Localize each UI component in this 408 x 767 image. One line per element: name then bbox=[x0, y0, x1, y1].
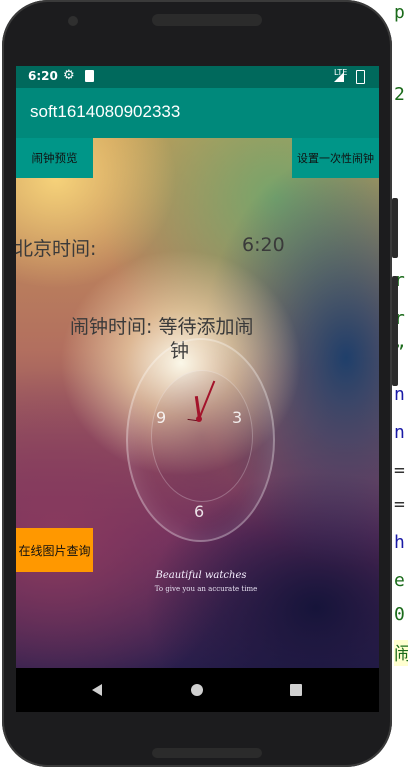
beijing-time-value: 6:20 bbox=[242, 234, 285, 256]
main-content: 闹钟预览 设置一次性闹钟 北京时间: 6:20 闹钟时间: 等待添加闹 钟 9 … bbox=[16, 138, 379, 668]
editor-fragment: n bbox=[394, 422, 405, 443]
set-one-time-alarm-button[interactable]: 设置一次性闹钟 bbox=[292, 138, 379, 178]
watch-tagline: To give you an accurate time bbox=[154, 585, 258, 593]
editor-fragment: = bbox=[394, 494, 405, 515]
home-icon[interactable] bbox=[191, 684, 203, 696]
editor-fragment: p bbox=[394, 2, 405, 23]
editor-fragment: 0 bbox=[394, 604, 405, 625]
editor-fragment: 2 bbox=[394, 84, 405, 105]
alarm-time-text: 闹钟时间: 等待添加闹 bbox=[70, 316, 254, 338]
status-time: 6:20 bbox=[28, 69, 58, 83]
beijing-time-label: 北京时间: bbox=[16, 238, 97, 260]
device-screen: 6:20 ⚙ LTE soft1614080902333 闹钟预览 设置一次性闹… bbox=[16, 66, 379, 712]
watch-dial bbox=[151, 370, 253, 502]
editor-fragment: = bbox=[394, 460, 405, 481]
watch-numeral-9: 9 bbox=[156, 408, 167, 427]
watch-brand: Beautiful watches bbox=[155, 570, 247, 581]
app-title: soft1614080902333 bbox=[30, 102, 181, 121]
online-image-search-button[interactable]: 在线图片查询 bbox=[16, 528, 93, 572]
sd-card-icon bbox=[85, 70, 94, 82]
battery-icon bbox=[356, 70, 365, 84]
power-button[interactable] bbox=[392, 198, 398, 258]
earpiece bbox=[152, 14, 262, 26]
back-icon[interactable] bbox=[92, 684, 102, 696]
app-bar: soft1614080902333 bbox=[16, 88, 379, 138]
watch-numeral-3: 3 bbox=[232, 408, 243, 427]
navigation-bar bbox=[16, 668, 379, 712]
recents-icon[interactable] bbox=[290, 684, 302, 696]
status-bar: 6:20 ⚙ LTE bbox=[16, 66, 379, 88]
front-camera bbox=[68, 16, 78, 26]
alarm-preview-button[interactable]: 闹钟预览 bbox=[16, 138, 93, 178]
bottom-speaker bbox=[152, 748, 262, 758]
editor-fragment: h bbox=[394, 532, 405, 553]
volume-button[interactable] bbox=[392, 276, 398, 386]
watch-center bbox=[196, 416, 202, 422]
editor-fragment: e bbox=[394, 570, 405, 591]
editor-fragment: 闹 bbox=[394, 640, 408, 666]
signal-icon bbox=[334, 72, 344, 82]
editor-fragment: n bbox=[394, 384, 405, 405]
gear-icon: ⚙ bbox=[63, 68, 75, 83]
watch-numeral-6: 6 bbox=[194, 502, 205, 521]
